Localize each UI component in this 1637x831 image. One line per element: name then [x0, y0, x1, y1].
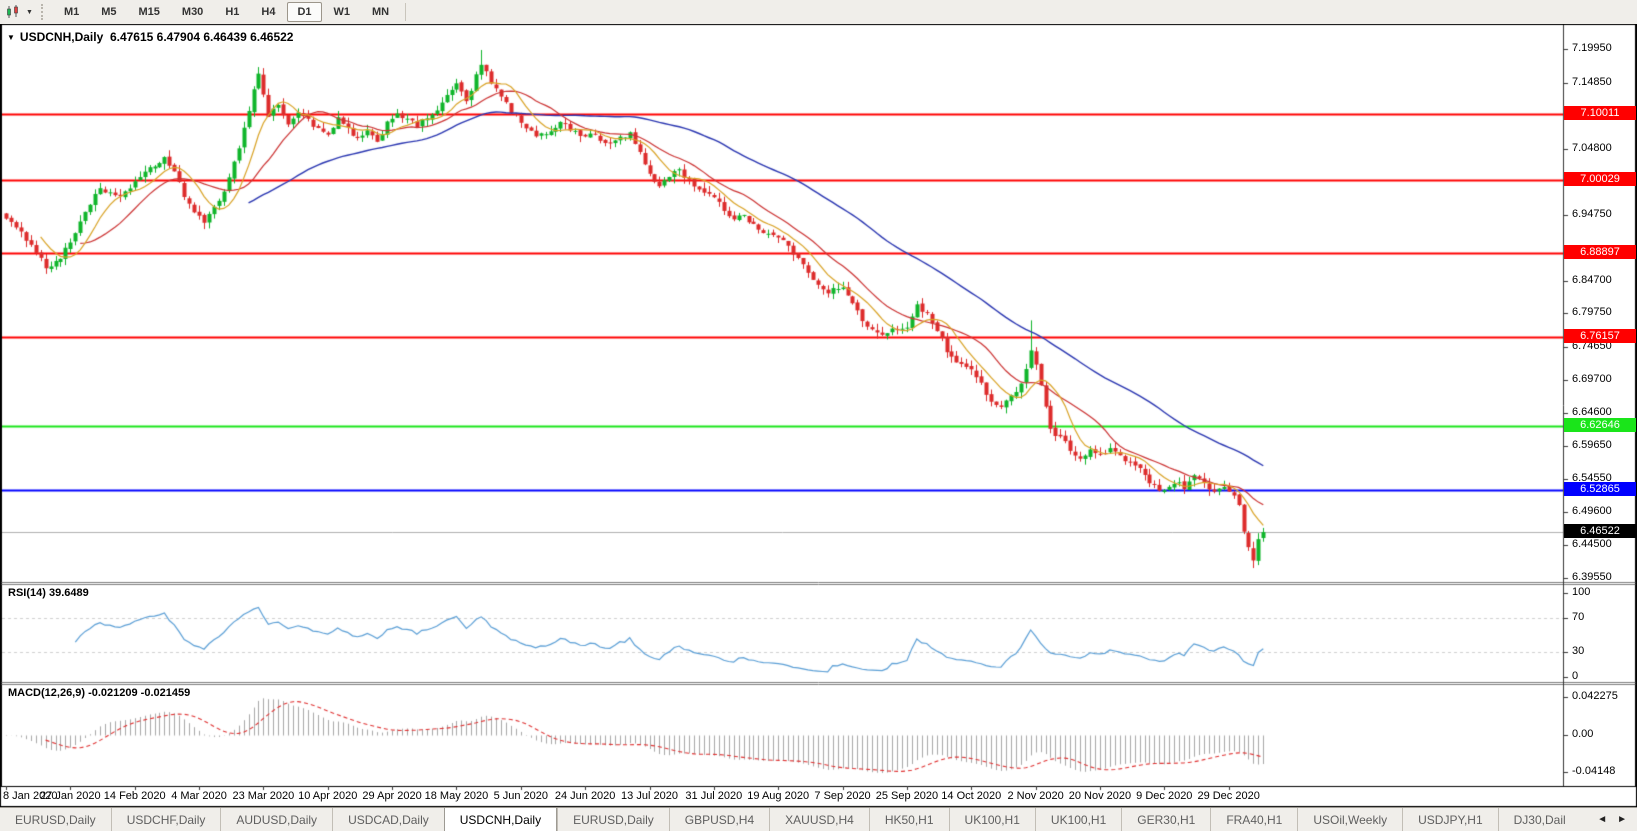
- price-axis-tick: 6.94750: [1572, 208, 1612, 220]
- price-axis-tick: 6.64600: [1572, 406, 1612, 418]
- date-axis-label: 4 Mar 2020: [171, 790, 227, 802]
- toolbar-separator: [405, 3, 406, 21]
- date-axis-label: 14 Oct 2020: [941, 790, 1001, 802]
- price-axis-tick: 7.14850: [1572, 76, 1612, 88]
- timeframe-button-d1[interactable]: D1: [287, 2, 321, 22]
- date-axis-label: 29 Dec 2020: [1197, 790, 1259, 802]
- tab-usdjpy-h1[interactable]: USDJPY,H1: [1402, 808, 1497, 831]
- tab-audusd-daily[interactable]: AUDUSD,Daily: [220, 808, 332, 831]
- current-price-label: 6.46522: [1564, 524, 1636, 538]
- chevron-down-icon: ▼: [26, 9, 33, 16]
- price-axis-tick: 6.39550: [1572, 571, 1612, 583]
- price-axis-tick: 7.19950: [1572, 42, 1612, 54]
- date-axis-label: 20 Nov 2020: [1069, 790, 1131, 802]
- level-price-label: 7.10011: [1564, 106, 1636, 120]
- price-axis-tick: 6.44500: [1572, 538, 1612, 550]
- timeframe-button-group: M1M5M15M30H1H4D1W1MN: [53, 2, 400, 22]
- chart-tab-bar: EURUSD,DailyUSDCHF,DailyAUDUSD,DailyUSDC…: [0, 807, 1637, 831]
- collapse-arrow-icon[interactable]: ▼: [7, 33, 15, 42]
- level-price-label: 6.88897: [1564, 245, 1636, 259]
- tab-uk100-h1[interactable]: UK100,H1: [1035, 808, 1121, 831]
- tab-eurusd-daily[interactable]: EURUSD,Daily: [557, 808, 669, 831]
- tab-xauusd-h4[interactable]: XAUUSD,H4: [769, 808, 869, 831]
- date-axis-label: 13 Jul 2020: [621, 790, 678, 802]
- toolbar-grip[interactable]: [41, 4, 47, 20]
- level-price-label: 7.00029: [1564, 172, 1636, 186]
- chart-window: ▼ USDCNH,Daily 6.47615 6.47904 6.46439 6.…: [0, 24, 1637, 807]
- price-axis-tick: 6.69700: [1572, 373, 1612, 385]
- date-axis-label: 31 Jul 2020: [685, 790, 742, 802]
- macd-axis-tick: 0.042275: [1572, 690, 1618, 702]
- tab-usdcnh-daily[interactable]: USDCNH,Daily: [444, 808, 557, 831]
- timeframe-button-m30[interactable]: M30: [172, 2, 213, 22]
- chart-tool-dropdown[interactable]: ▼: [0, 0, 39, 24]
- timeframe-button-mn[interactable]: MN: [362, 2, 399, 22]
- tab-scroll-right-button[interactable]: ►: [1617, 814, 1627, 825]
- level-price-label: 6.52865: [1564, 482, 1636, 496]
- date-axis-label: 10 Apr 2020: [298, 790, 357, 802]
- rsi-axis-tick: 30: [1572, 645, 1584, 657]
- level-price-label: 6.76157: [1564, 329, 1636, 343]
- tab-dj30-daily[interactable]: DJ30,Daily: [1498, 808, 1565, 831]
- date-axis-label: 24 Jun 2020: [555, 790, 616, 802]
- date-axis-label: 23 Mar 2020: [233, 790, 295, 802]
- chart-tabs: EURUSD,DailyUSDCHF,DailyAUDUSD,DailyUSDC…: [0, 808, 1565, 831]
- chart-ohlc-values: 6.47615 6.47904 6.46439 6.46522: [110, 30, 294, 44]
- top-toolbar: ▼ M1M5M15M30H1H4D1W1MN: [0, 0, 1637, 24]
- timeframe-button-m15[interactable]: M15: [129, 2, 170, 22]
- rsi-indicator-label: RSI(14) 39.6489: [8, 587, 89, 599]
- date-axis-label: 7 Sep 2020: [814, 790, 870, 802]
- tab-eurusd-daily[interactable]: EURUSD,Daily: [0, 808, 111, 831]
- tab-gbpusd-h4[interactable]: GBPUSD,H4: [669, 808, 769, 831]
- rsi-axis-tick: 0: [1572, 670, 1578, 682]
- date-axis-label: 27 Jan 2020: [40, 790, 101, 802]
- price-axis-tick: 6.59650: [1572, 439, 1612, 451]
- chart-tool-icon: [6, 5, 22, 19]
- macd-axis-tick: 0.00: [1572, 728, 1593, 740]
- tab-usdchf-daily[interactable]: USDCHF,Daily: [111, 808, 221, 831]
- date-axis-label: 5 Jun 2020: [494, 790, 548, 802]
- macd-axis-tick: -0.04148: [1572, 765, 1615, 777]
- date-axis-label: 2 Nov 2020: [1007, 790, 1063, 802]
- date-axis-label: 29 Apr 2020: [362, 790, 421, 802]
- level-price-label: 6.62646: [1564, 418, 1636, 432]
- timeframe-button-m5[interactable]: M5: [91, 2, 126, 22]
- tab-scroll-arrows: ◄ ►: [1589, 808, 1635, 830]
- chart-symbol-label: USDCNH,Daily: [20, 30, 103, 44]
- tab-hk50-h1[interactable]: HK50,H1: [869, 808, 949, 831]
- timeframe-button-m1[interactable]: M1: [54, 2, 89, 22]
- timeframe-button-w1[interactable]: W1: [324, 2, 361, 22]
- date-axis-label: 19 Aug 2020: [747, 790, 809, 802]
- date-axis-label: 25 Sep 2020: [876, 790, 938, 802]
- rsi-axis-tick: 70: [1572, 611, 1584, 623]
- date-axis-label: 18 May 2020: [425, 790, 489, 802]
- tab-fra40-h1[interactable]: FRA40,H1: [1210, 808, 1297, 831]
- tab-ger30-h1[interactable]: GER30,H1: [1121, 808, 1210, 831]
- timeframe-button-h1[interactable]: H1: [215, 2, 249, 22]
- tab-usdcad-daily[interactable]: USDCAD,Daily: [332, 808, 444, 831]
- rsi-axis-tick: 100: [1572, 586, 1590, 598]
- price-axis-tick: 6.49600: [1572, 505, 1612, 517]
- price-axis-tick: 6.84700: [1572, 274, 1612, 286]
- price-chart-canvas[interactable]: [0, 24, 1637, 807]
- tab-usoil-weekly[interactable]: USOil,Weekly: [1297, 808, 1402, 831]
- price-axis-tick: 7.04800: [1572, 142, 1612, 154]
- macd-indicator-label: MACD(12,26,9) -0.021209 -0.021459: [8, 687, 190, 699]
- price-axis-tick: 6.79750: [1572, 306, 1612, 318]
- date-axis-label: 14 Feb 2020: [104, 790, 166, 802]
- chart-title: ▼ USDCNH,Daily 6.47615 6.47904 6.46439 6.…: [7, 30, 293, 44]
- tab-uk100-h1[interactable]: UK100,H1: [949, 808, 1035, 831]
- timeframe-button-h4[interactable]: H4: [251, 2, 285, 22]
- tab-scroll-left-button[interactable]: ◄: [1597, 814, 1607, 825]
- date-axis-label: 9 Dec 2020: [1136, 790, 1192, 802]
